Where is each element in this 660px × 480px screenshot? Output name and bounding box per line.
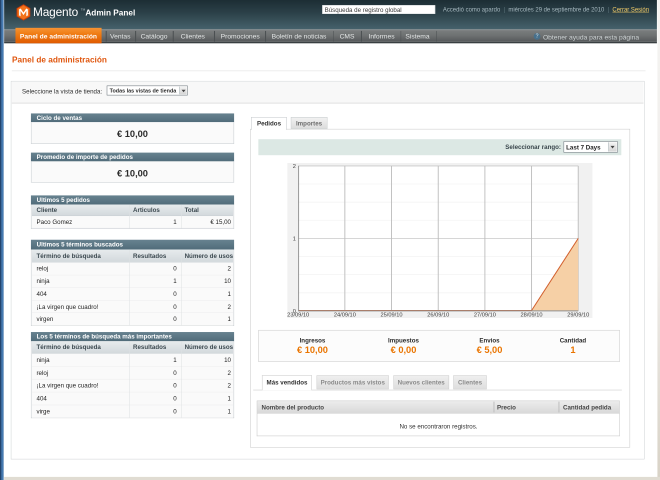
svg-text:26/09/10: 26/09/10 <box>427 313 449 319</box>
svg-text:27/09/10: 27/09/10 <box>474 313 496 319</box>
svg-text:1: 1 <box>293 237 296 243</box>
svg-text:28/09/10: 28/09/10 <box>520 313 542 319</box>
svg-text:29/09/10: 29/09/10 <box>567 313 589 319</box>
svg-text:25/09/10: 25/09/10 <box>380 313 402 319</box>
svg-text:23/09/10: 23/09/10 <box>287 313 309 319</box>
svg-text:24/09/10: 24/09/10 <box>334 313 356 319</box>
svg-text:2: 2 <box>293 164 296 170</box>
